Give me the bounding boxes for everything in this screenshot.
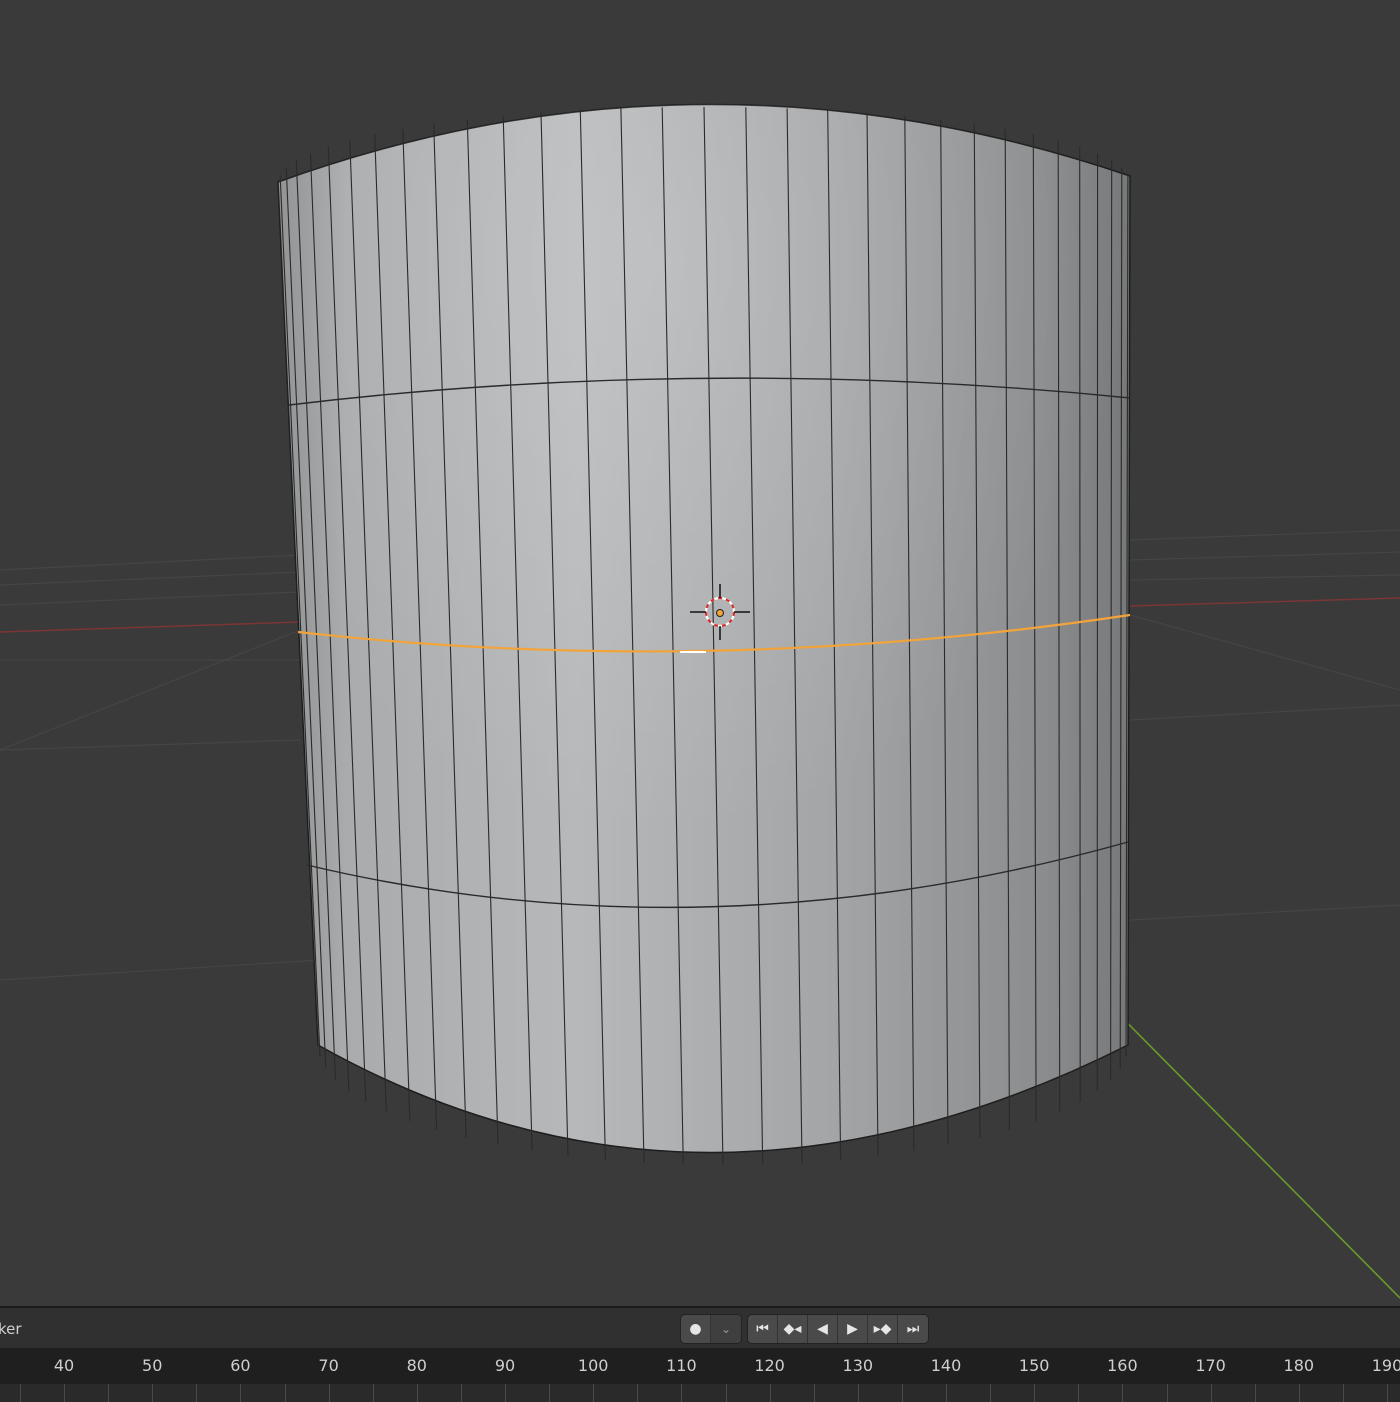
frame-tick [726, 1384, 727, 1402]
frame-tick [637, 1384, 638, 1402]
frame-ticks[interactable] [0, 1384, 1400, 1402]
frame-tick [593, 1384, 594, 1402]
frame-ruler[interactable]: 40 50 60 70 80 90 100 110 120 130 140 150 160 170 180 1… [0, 1348, 1400, 1384]
frame-tick [770, 1384, 771, 1402]
chevron-down-icon[interactable]: ⌄ [711, 1315, 741, 1343]
3d-viewport[interactable] [0, 0, 1400, 1306]
frame-tick [373, 1384, 374, 1402]
frame-tick [1167, 1384, 1168, 1402]
timeline-header: ker ● ⌄ ⏮◆◂◀▶▸◆⏭ [0, 1308, 1400, 1348]
frame-tick [64, 1384, 65, 1402]
frame-label: 80 [407, 1356, 427, 1375]
frame-tick [1078, 1384, 1079, 1402]
frame-label: 180 [1284, 1356, 1315, 1375]
mesh-edge [1080, 147, 1081, 1102]
frame-tick [20, 1384, 21, 1402]
timeline-panel[interactable]: ker ● ⌄ ⏮◆◂◀▶▸◆⏭ 40 50 60 70 80 90 100 110 120 13… [0, 1306, 1400, 1400]
frame-label: 120 [754, 1356, 785, 1375]
auto-keying-group[interactable]: ● ⌄ [680, 1314, 742, 1344]
frame-tick [1343, 1384, 1344, 1402]
playback-controls: ⏮◆◂◀▶▸◆⏭ [747, 1314, 929, 1344]
frame-tick [152, 1384, 153, 1402]
frame-tick [505, 1384, 506, 1402]
frame-tick [946, 1384, 947, 1402]
frame-label: 170 [1195, 1356, 1226, 1375]
frame-label: 70 [318, 1356, 338, 1375]
frame-tick [196, 1384, 197, 1402]
x-axis-line [1130, 598, 1400, 606]
frame-tick [417, 1384, 418, 1402]
frame-label: 50 [142, 1356, 162, 1375]
frame-tick [814, 1384, 815, 1402]
frame-tick [329, 1384, 330, 1402]
jump-to-prev-keyframe-button[interactable]: ◆◂ [778, 1315, 808, 1343]
frame-tick [108, 1384, 109, 1402]
frame-label: 40 [54, 1356, 74, 1375]
frame-tick [1122, 1384, 1123, 1402]
play-button[interactable]: ▶ [838, 1315, 868, 1343]
frame-tick [1211, 1384, 1212, 1402]
frame-tick [1387, 1384, 1388, 1402]
frame-label: 90 [495, 1356, 515, 1375]
frame-tick [240, 1384, 241, 1402]
jump-to-start-button[interactable]: ⏮ [748, 1315, 778, 1343]
frame-tick [681, 1384, 682, 1402]
frame-tick [1299, 1384, 1300, 1402]
frame-label: 160 [1107, 1356, 1138, 1375]
frame-label: 140 [931, 1356, 962, 1375]
frame-tick [549, 1384, 550, 1402]
frame-label: 130 [843, 1356, 874, 1375]
frame-tick [1034, 1384, 1035, 1402]
frame-tick [1255, 1384, 1256, 1402]
frame-tick [858, 1384, 859, 1402]
frame-label: 110 [666, 1356, 697, 1375]
frame-tick [461, 1384, 462, 1402]
frame-tick [285, 1384, 286, 1402]
play-reverse-button[interactable]: ◀ [808, 1315, 838, 1343]
x-axis-line [0, 622, 300, 632]
frame-label: 190 [1372, 1356, 1400, 1375]
frame-tick [990, 1384, 991, 1402]
marker-menu-label[interactable]: ker [0, 1320, 22, 1338]
record-dot-icon[interactable]: ● [681, 1315, 711, 1343]
frame-label: 60 [230, 1356, 250, 1375]
frame-tick [902, 1384, 903, 1402]
jump-to-next-keyframe-button[interactable]: ▸◆ [868, 1315, 898, 1343]
frame-label: 150 [1019, 1356, 1050, 1375]
jump-to-end-button[interactable]: ⏭ [898, 1315, 928, 1343]
frame-label: 100 [578, 1356, 609, 1375]
